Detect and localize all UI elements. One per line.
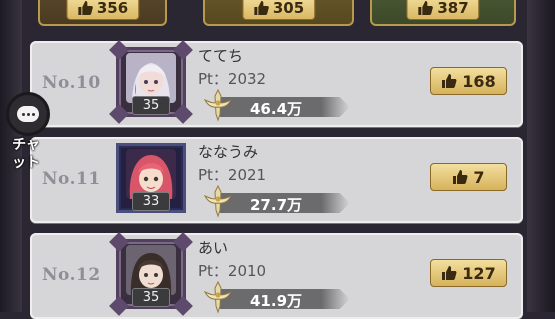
rank-number: No.12 [42, 265, 101, 285]
player-points: Pt：2032 [198, 70, 267, 88]
power-bar: 27.7万 [220, 193, 350, 213]
rank-number: No.10 [42, 73, 101, 93]
right-border [527, 0, 555, 312]
like-button[interactable]: 127 [430, 259, 507, 287]
thumbs-up-icon [442, 74, 457, 88]
sword-emblem-icon [203, 280, 233, 314]
top-like-count: 305 [272, 0, 305, 17]
player-name: ててち [198, 47, 244, 65]
like-button[interactable]: 168 [430, 67, 507, 95]
like-count: 7 [473, 167, 485, 187]
top-rank-card-2[interactable]: 305 [203, 0, 354, 26]
player-avatar[interactable]: 35 [109, 232, 193, 316]
player-points: Pt：2010 [198, 262, 267, 280]
chat-label-line1: チャ [12, 137, 40, 153]
player-level: 35 [132, 288, 170, 307]
thumbs-up-icon [77, 1, 93, 15]
top-like-badge[interactable]: 356 [65, 0, 140, 20]
thumbs-up-icon [418, 1, 433, 15]
chat-button[interactable]: チャ ット [6, 92, 50, 172]
like-count: 127 [462, 263, 496, 283]
top-like-badge[interactable]: 387 [406, 0, 480, 20]
top-like-count: 356 [96, 0, 129, 17]
sword-emblem-icon [203, 88, 233, 122]
rank-number: No.11 [42, 169, 101, 189]
player-level: 35 [132, 96, 170, 115]
top-rank-card-3[interactable]: 387 [370, 0, 516, 26]
player-points: Pt：2021 [198, 166, 267, 184]
sword-emblem-icon [203, 184, 233, 218]
power-value: 41.9万 [250, 292, 303, 310]
player-name: あい [198, 239, 229, 257]
ranking-row[interactable]: No.11 33 ななうみ Pt：2021 27.7万 7 [30, 137, 523, 223]
power-bar: 41.9万 [220, 289, 350, 309]
chat-bubble[interactable] [6, 92, 50, 136]
top-like-badge[interactable]: 305 [241, 0, 316, 20]
speech-bubble-icon [17, 106, 39, 122]
player-name: ななうみ [198, 143, 259, 161]
power-bar: 46.4万 [220, 97, 350, 117]
thumbs-up-icon [253, 1, 269, 15]
like-count: 168 [462, 71, 496, 91]
thumbs-up-icon [442, 266, 457, 280]
power-value: 46.4万 [250, 100, 303, 118]
ranking-row[interactable]: No.12 35 あい Pt：2010 41.9万 127 [30, 232, 523, 319]
top-like-count: 387 [437, 0, 469, 17]
ranking-row[interactable]: No.10 35 ててち Pt：2032 46.4万 168 [30, 40, 523, 127]
player-level: 33 [132, 192, 170, 211]
thumbs-up-icon [453, 170, 468, 184]
player-avatar[interactable]: 33 [116, 143, 186, 213]
top-rank-card-1[interactable]: 356 [38, 0, 167, 26]
chat-label-line2: ット [12, 155, 40, 171]
player-avatar[interactable]: 35 [109, 40, 193, 124]
power-value: 27.7万 [250, 196, 303, 214]
like-button[interactable]: 7 [430, 163, 507, 191]
